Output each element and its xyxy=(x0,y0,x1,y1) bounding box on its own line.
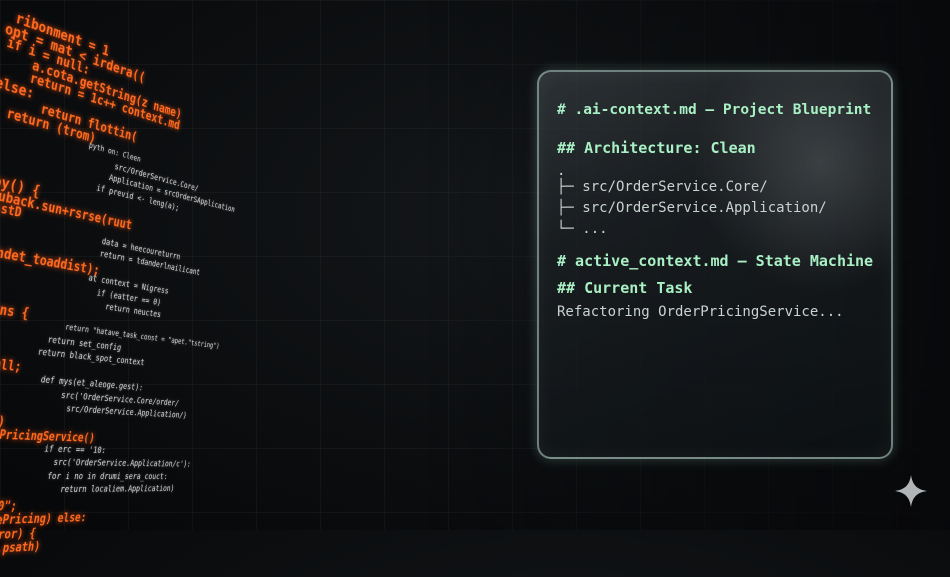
code-line: src('OrderService.Application/c'): xyxy=(53,458,192,470)
task-heading: ## Current Task xyxy=(557,279,692,297)
code-line: user.psath) xyxy=(0,540,41,559)
code-line: return localiem.Application) xyxy=(59,484,175,495)
tree-line: └─ ... xyxy=(557,221,608,237)
code-line: def mys(et_aleoge.gest): xyxy=(40,375,144,393)
code-line: m python() xyxy=(0,411,6,430)
state-title: # active_context.md — State Machine xyxy=(557,252,873,270)
code-line: return black_spot_context xyxy=(37,347,145,368)
tree-line: . xyxy=(557,163,565,179)
tree-line: ├─ src/OrderService.Core/ xyxy=(557,179,768,195)
code-line: dnndet_toaddist); xyxy=(0,240,101,278)
code-line: _ut_OrderPricingService() xyxy=(0,426,96,446)
code-line: if erc == '10: xyxy=(44,444,107,456)
architecture-heading: ## Architecture: Clean xyxy=(557,139,756,157)
code-line: unctions { xyxy=(0,294,30,321)
code-line: for i no in drumi_sera_couct: xyxy=(47,471,169,481)
sparkle-icon xyxy=(894,474,928,508)
context-panel: # .ai-context.md — Project Blueprint ## … xyxy=(537,70,893,459)
panel-title: # .ai-context.md — Project Blueprint xyxy=(557,102,871,118)
tree-line: ├─ src/OrderService.Application/ xyxy=(557,200,827,216)
code-line: t i = null; xyxy=(0,352,23,375)
task-body: Refactoring OrderPricingService... xyxy=(557,304,844,320)
